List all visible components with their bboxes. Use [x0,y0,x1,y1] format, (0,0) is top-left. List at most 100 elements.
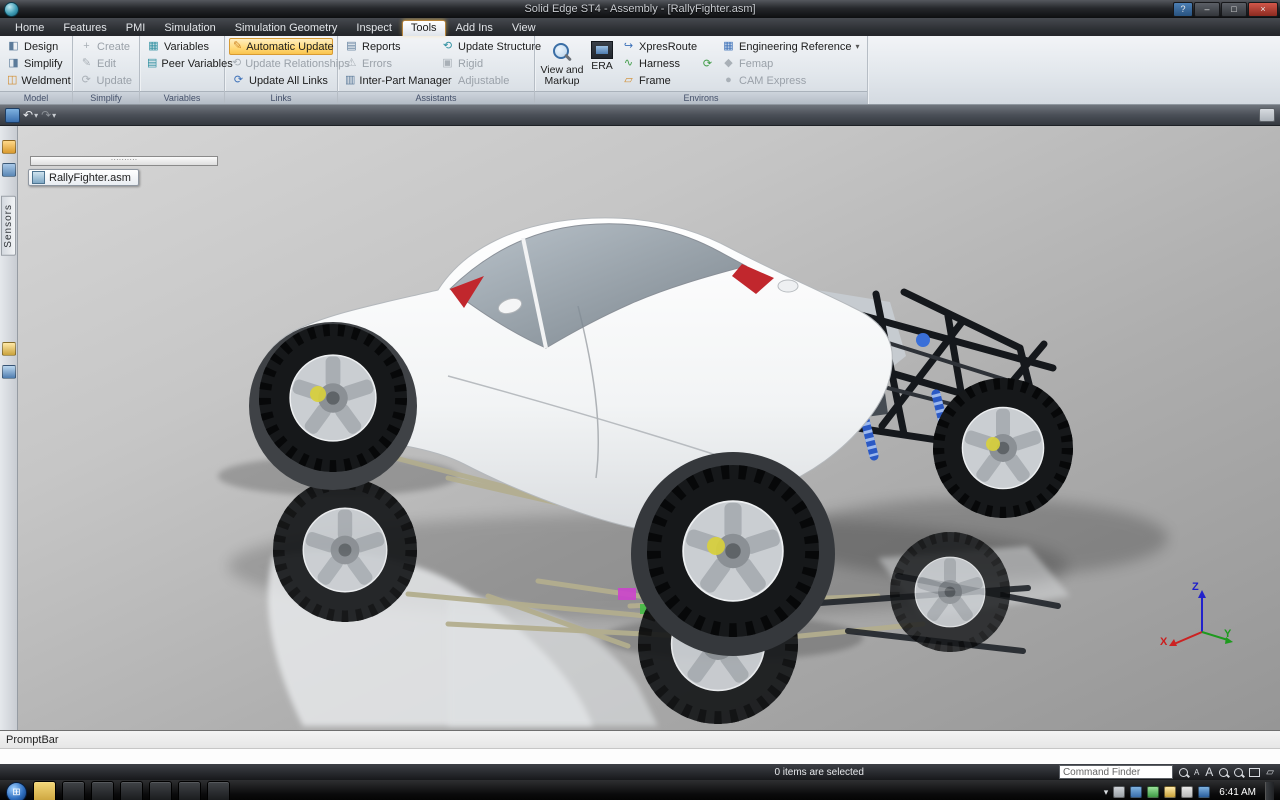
tab-inspect[interactable]: Inspect [347,20,400,36]
system-tray: ▾ 6:41 AM [1104,782,1278,800]
variables-button[interactable]: ▦ Variables [144,38,220,55]
harness-button[interactable]: ∿ Harness [619,55,701,72]
taskbar-app-icon[interactable] [62,781,85,800]
rigid-button[interactable]: ▣ Rigid [438,55,544,72]
system-menu-icon[interactable] [5,108,20,123]
design-button[interactable]: ◧ Design [4,38,68,55]
3d-viewport[interactable]: ·········· RallyFighter.asm Z X Y [18,126,1280,730]
weldment-button[interactable]: ◫ Weldment [4,72,68,89]
engineering-reference-button[interactable]: ▦ Engineering Reference ▾ [719,38,863,55]
volume-icon[interactable] [1181,786,1193,798]
update-button[interactable]: ⟳ Update [77,72,135,89]
sensors-tab[interactable]: Sensors [1,196,16,256]
femap-button[interactable]: ◆ Femap [719,55,863,72]
prompt-bar-label: PromptBar [6,734,59,746]
taskbar-app-icon[interactable] [149,781,172,800]
help-button[interactable]: ? [1173,2,1193,17]
view-and-markup-button[interactable]: View and Markup [539,38,585,90]
panel-toggle-button[interactable] [1259,108,1275,122]
taskbar-app-icon[interactable] [91,781,114,800]
undo-caret-icon[interactable]: ▾ [34,111,38,120]
tab-features[interactable]: Features [54,20,115,36]
show-desktop-button[interactable] [1265,782,1274,800]
close-button[interactable]: × [1248,2,1278,17]
command-finder-input[interactable] [1059,765,1173,779]
inter-part-manager-button[interactable]: ▥ Inter-Part Manager [342,72,438,89]
undo-button[interactable]: ↶ [23,108,33,122]
ribbon-group-environs: View and Markup ERA ↪ XpresRoute ∿ Harne… [535,36,868,104]
automatic-update-button[interactable]: ✎ Automatic Update [229,38,333,55]
tab-pmi[interactable]: PMI [117,20,155,36]
3d-model-rally-fighter[interactable] [18,126,1280,730]
xpresroute-icon: ↪ [622,40,635,53]
parts-library-icon[interactable] [2,163,16,177]
selection-tools-icon[interactable] [2,365,16,379]
network-icon[interactable] [1130,786,1142,798]
errors-button[interactable]: ⚠ Errors [342,55,438,72]
update-tray-icon[interactable] [1164,786,1176,798]
design-label: Design [24,41,58,53]
status-tray-icon[interactable] [1147,786,1159,798]
ribbon-group-simplify: + Create ✎ Edit ⟳ Update Simplify [73,36,140,104]
edit-button[interactable]: ✎ Edit [77,55,135,72]
cam-express-button[interactable]: ● CAM Express [719,72,863,89]
update-all-links-icon: ⟳ [232,74,245,87]
tab-home[interactable]: Home [6,20,53,36]
workspace: Sensors [0,126,1280,730]
tray-icon[interactable] [1198,786,1210,798]
tab-tools[interactable]: Tools [402,20,446,36]
era-button[interactable]: ERA [585,38,619,90]
maximize-button[interactable]: □ [1221,2,1247,17]
show-hidden-icons-icon[interactable]: ▾ [1104,787,1109,798]
view-and-markup-label: View and Markup [539,65,585,87]
refresh-environs-button[interactable]: ⟳ [701,56,719,73]
tab-simulation-geometry[interactable]: Simulation Geometry [226,20,347,36]
simplify-button[interactable]: ◨ Simplify [4,55,68,72]
xpresroute-button[interactable]: ↪ XpresRoute [619,38,701,55]
taskbar-app-icon[interactable] [120,781,143,800]
minimize-button[interactable]: – [1194,2,1220,17]
tab-view[interactable]: View [503,20,545,36]
command-finder-search-icon[interactable] [1179,768,1188,777]
errors-icon: ⚠ [345,57,358,70]
femap-icon: ◆ [722,57,735,70]
reports-icon: ▤ [345,40,358,53]
dropdown-caret-icon: ▾ [856,42,860,51]
peer-variables-button[interactable]: ▤ Peer Variables [144,55,220,72]
create-button[interactable]: + Create [77,38,135,55]
engineering-reference-icon: ▦ [722,40,735,53]
pan-icon[interactable]: ▱ [1266,767,1274,778]
tray-icon[interactable] [1113,786,1125,798]
explorer-taskbar-icon[interactable] [33,781,56,800]
pathfinder-icon[interactable] [2,140,16,154]
taskbar-app-icon[interactable] [207,781,230,800]
zoom-area-icon[interactable] [1219,768,1228,777]
text-scale-up-icon[interactable]: A [1205,765,1213,779]
reports-button[interactable]: ▤ Reports [342,38,438,55]
redo-caret-icon[interactable]: ▾ [52,111,56,120]
collapsed-panel-grip[interactable]: ·········· [30,156,218,166]
frame-button[interactable]: ▱ Frame [619,72,701,89]
redo-button[interactable]: ↷ [41,108,51,122]
document-label: RallyFighter.asm [49,172,131,184]
layers-icon[interactable] [2,342,16,356]
rigid-label: Rigid [458,58,483,70]
tab-simulation[interactable]: Simulation [155,20,224,36]
design-icon: ◧ [7,40,20,53]
start-button[interactable]: ⊞ [6,782,27,800]
update-structure-button[interactable]: ⟲ Update Structure [438,38,544,55]
fit-view-icon[interactable] [1249,768,1260,777]
adjustable-button[interactable]: ↔ Adjustable [438,72,544,89]
document-label-chip[interactable]: RallyFighter.asm [28,169,139,186]
clock[interactable]: 6:41 AM [1219,787,1256,798]
create-label: Create [97,41,130,53]
update-all-links-button[interactable]: ⟳ Update All Links [229,72,333,89]
text-scale-down-icon[interactable]: A [1194,768,1199,777]
tab-add-ins[interactable]: Add Ins [447,20,502,36]
titlebar: Solid Edge ST4 - Assembly - [RallyFighte… [0,0,1280,18]
ribbon-group-label-simplify: Simplify [73,91,139,104]
update-relationships-button[interactable]: ⟲ Update Relationships [229,55,333,72]
harness-icon: ∿ [622,57,635,70]
zoom-icon[interactable] [1234,768,1243,777]
taskbar-app-icon[interactable] [178,781,201,800]
